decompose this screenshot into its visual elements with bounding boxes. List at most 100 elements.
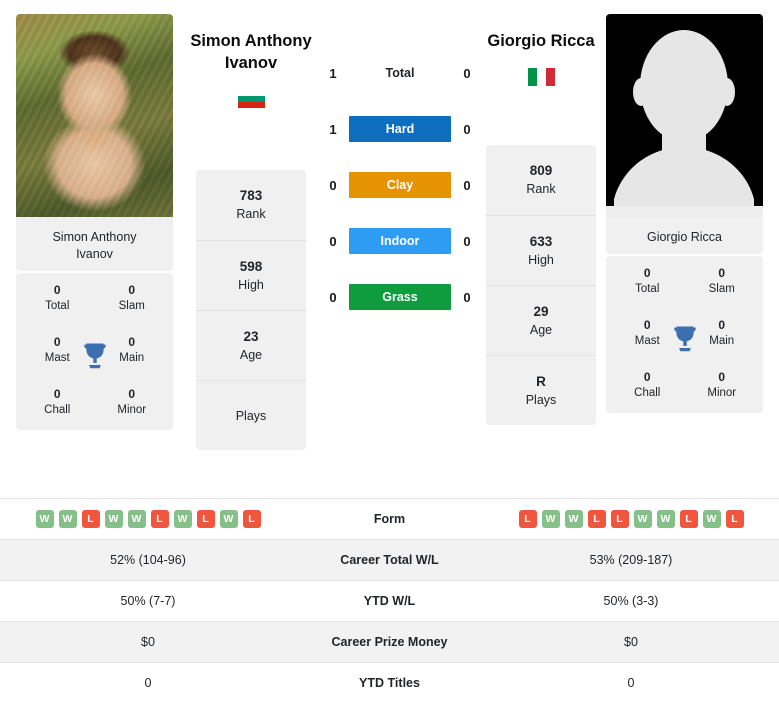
- ytd-titles-label: YTD Titles: [359, 676, 420, 690]
- right-titles-chall: 0 Chall: [610, 369, 685, 401]
- left-career-total-wl: 52% (104-96): [110, 553, 186, 567]
- left-rank-cell: 783 Rank: [196, 170, 306, 240]
- right-titles-total-value: 0: [643, 266, 651, 280]
- right-career-total-wl: 53% (209-187): [589, 553, 673, 567]
- right-plays-label: Plays: [525, 392, 557, 407]
- player-comparison-page: Simon Anthony Ivanov 0 Total 0 Slam 0 Ma…: [0, 0, 779, 719]
- right-ytd-wl: 50% (3-3): [603, 594, 659, 608]
- right-titles-slam: 0 Slam: [685, 265, 760, 297]
- left-high-value: 598: [239, 258, 263, 274]
- right-form-strip: LWWLLWWLWL: [483, 510, 779, 528]
- right-titles-chall-label: Chall: [634, 387, 661, 399]
- left-age-cell: 23 Age: [196, 310, 306, 380]
- left-player-name-line2: Ivanov: [224, 54, 278, 72]
- right-high-label: High: [528, 252, 554, 267]
- left-age-label: Age: [239, 347, 263, 362]
- right-titles-minor-label: Minor: [707, 387, 737, 399]
- right-player-rank-card: 809 Rank 633 High 29 Age R Plays: [486, 145, 596, 425]
- form-row-label: Form: [373, 512, 406, 526]
- right-age-value: 29: [533, 303, 549, 319]
- left-player-rank-card: 783 Rank 598 High 23 Age Plays: [196, 170, 306, 450]
- left-titles-minor-value: 0: [128, 387, 136, 401]
- form-chip-l: L: [587, 510, 606, 528]
- left-career-prize-money: $0: [141, 635, 155, 649]
- table-row-career-prize-money: $0 Career Prize Money $0: [0, 621, 779, 662]
- h2h-grass-right-score: 0: [463, 289, 471, 305]
- left-player-photo: [16, 14, 173, 217]
- form-chip-w: W: [219, 510, 238, 528]
- head-to-head-bars: 1 Total 0 1 Hard 0 0 Clay 0 0 Indoor 0 0: [325, 60, 475, 310]
- left-high-cell: 598 High: [196, 240, 306, 310]
- right-titles-slam-value: 0: [718, 266, 726, 280]
- right-rank-cell: 809 Rank: [486, 145, 596, 215]
- form-chip-l: L: [725, 510, 744, 528]
- h2h-indoor-label[interactable]: Indoor: [349, 228, 451, 254]
- form-chip-w: W: [564, 510, 583, 528]
- h2h-row-indoor: 0 Indoor 0: [325, 228, 475, 254]
- right-age-label: Age: [529, 322, 553, 337]
- h2h-clay-label[interactable]: Clay: [349, 172, 451, 198]
- h2h-row-grass: 0 Grass 0: [325, 284, 475, 310]
- right-player-name-line1: Giorgio Ricca: [487, 32, 595, 50]
- left-rank-value: 783: [239, 188, 263, 203]
- table-row-ytd-titles: 0 YTD Titles 0: [0, 662, 779, 703]
- h2h-hard-label[interactable]: Hard: [349, 116, 451, 142]
- right-player-photo-column: Giorgio Ricca 0 Total 0 Slam 0 Mast 0 Ma…: [606, 14, 763, 413]
- form-chip-w: W: [127, 510, 146, 528]
- h2h-row-hard: 1 Hard 0: [325, 116, 475, 142]
- right-titles-total-label: Total: [635, 283, 660, 295]
- left-titles-slam: 0 Slam: [95, 282, 170, 314]
- form-chip-w: W: [702, 510, 721, 528]
- h2h-row-clay: 0 Clay 0: [325, 172, 475, 198]
- right-high-value: 633: [529, 233, 553, 249]
- table-row-career-total-wl: 52% (104-96) Career Total W/L 53% (209-1…: [0, 539, 779, 580]
- form-chip-l: L: [150, 510, 169, 528]
- left-photo-caption-line1: Simon Anthony: [52, 230, 137, 244]
- form-chip-w: W: [633, 510, 652, 528]
- ytd-wl-label: YTD W/L: [363, 594, 416, 608]
- right-player-photo-caption: Giorgio Ricca: [606, 217, 763, 254]
- career-prize-money-label: Career Prize Money: [331, 635, 448, 649]
- left-player-portrait-image: [16, 14, 173, 217]
- left-player-photo-caption: Simon Anthony Ivanov: [16, 217, 173, 271]
- career-total-wl-label: Career Total W/L: [340, 553, 439, 567]
- h2h-indoor-left-score: 0: [329, 233, 337, 249]
- person-silhouette-icon: [606, 30, 763, 217]
- right-titles-mast-label: Mast: [634, 335, 660, 347]
- left-titles-slam-label: Slam: [118, 300, 145, 312]
- form-chip-l: L: [679, 510, 698, 528]
- right-rank-label: Rank: [526, 182, 556, 196]
- left-titles-total: 0 Total: [20, 282, 95, 314]
- table-row-form: WWLWWLWLWL Form LWWLLWWLWL: [0, 498, 779, 539]
- left-titles-slam-value: 0: [128, 283, 136, 297]
- right-player-titles-card: 0 Total 0 Slam 0 Mast 0 Main 0 Chall 0 M…: [606, 256, 763, 413]
- left-player-name: Simon Anthony Ivanov: [171, 30, 331, 74]
- left-plays-label: Plays: [235, 408, 267, 423]
- right-form-cell: LWWLLWWLWL: [483, 510, 779, 528]
- comparison-header: Simon Anthony Ivanov 0 Total 0 Slam 0 Ma…: [0, 0, 779, 495]
- left-ytd-wl: 50% (7-7): [120, 594, 176, 608]
- h2h-clay-left-score: 0: [329, 177, 337, 193]
- left-age-value: 23: [243, 328, 259, 344]
- right-titles-main-label: Main: [709, 335, 735, 347]
- left-player-name-line1: Simon Anthony: [190, 32, 312, 50]
- h2h-hard-left-score: 1: [329, 121, 337, 137]
- left-form-strip: WWLWWLWLWL: [0, 510, 296, 528]
- right-age-cell: 29 Age: [486, 285, 596, 355]
- right-ytd-titles: 0: [627, 676, 635, 690]
- table-row-ytd-wl: 50% (7-7) YTD W/L 50% (3-3): [0, 580, 779, 621]
- bulgaria-flag-icon: [237, 90, 265, 108]
- h2h-grass-label[interactable]: Grass: [349, 284, 451, 310]
- form-chip-l: L: [196, 510, 215, 528]
- form-chip-w: W: [58, 510, 77, 528]
- left-player-titles-card: 0 Total 0 Slam 0 Mast 0 Main 0 Chall 0 M…: [16, 273, 173, 430]
- left-photo-caption-line2: Ivanov: [76, 247, 113, 261]
- left-titles-chall-label: Chall: [44, 404, 71, 416]
- left-ytd-titles: 0: [144, 676, 152, 690]
- right-titles-slam-label: Slam: [708, 283, 735, 295]
- right-career-prize-money: $0: [624, 635, 638, 649]
- h2h-grass-left-score: 0: [329, 289, 337, 305]
- h2h-row-total: 1 Total 0: [325, 60, 475, 86]
- form-chip-l: L: [242, 510, 261, 528]
- left-titles-total-value: 0: [53, 283, 61, 297]
